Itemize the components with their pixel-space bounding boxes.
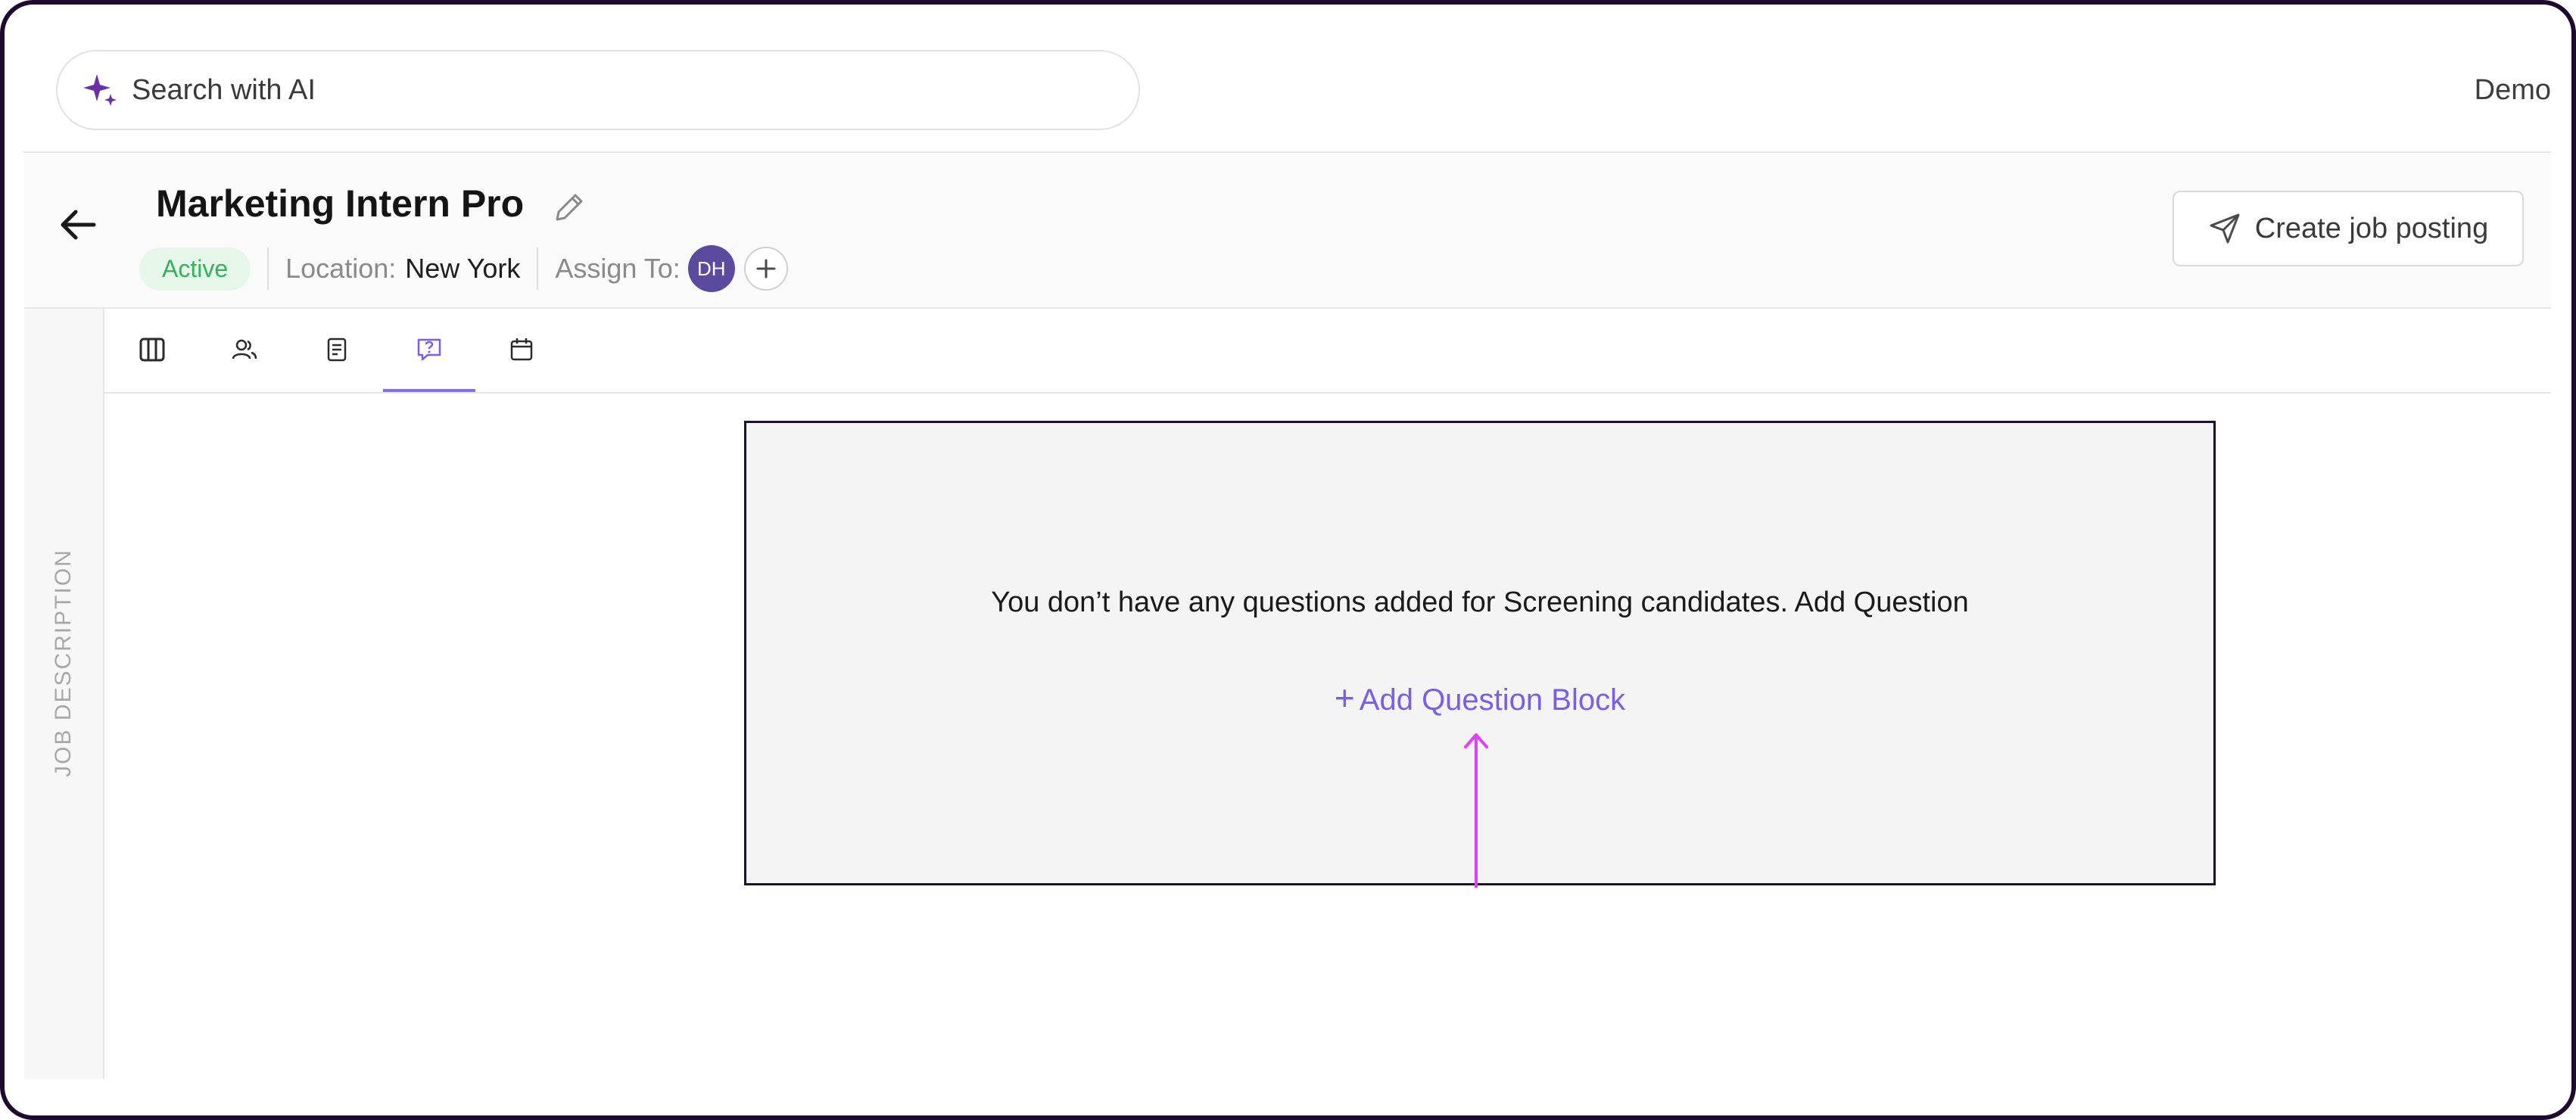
- top-bar: Search with AI Demo: [23, 32, 2551, 153]
- job-description-label: JOB DESCRIPTION: [51, 549, 76, 777]
- columns-icon: [139, 338, 165, 362]
- plus-icon: [756, 259, 776, 278]
- divider: [267, 247, 269, 290]
- back-arrow-icon[interactable]: [55, 201, 101, 248]
- ai-search-input[interactable]: Search with AI: [56, 50, 1140, 130]
- status-badge: Active: [139, 247, 251, 291]
- calendar-icon: [510, 338, 533, 361]
- create-job-posting-button[interactable]: Create job posting: [2173, 191, 2524, 266]
- location-label: Location:: [285, 253, 397, 284]
- tab-calendar[interactable]: [475, 309, 568, 390]
- tab-notes[interactable]: [291, 309, 383, 390]
- create-job-posting-label: Create job posting: [2254, 212, 2489, 244]
- pencil-icon[interactable]: [550, 188, 589, 227]
- user-name[interactable]: Demo: [2475, 74, 2551, 107]
- job-title: Marketing Intern Pro: [156, 182, 525, 225]
- job-description-rail[interactable]: JOB DESCRIPTION: [24, 309, 104, 1079]
- add-question-block-label: Add Question Block: [1359, 683, 1626, 717]
- tab-bar: [104, 309, 2551, 394]
- tab-pipeline[interactable]: [106, 309, 198, 390]
- document-icon: [327, 338, 347, 362]
- job-meta: Active Location: New York Assign To: DH: [139, 242, 788, 295]
- tab-screening-questions[interactable]: [383, 309, 475, 392]
- empty-state-message: You don’t have any questions added for S…: [991, 586, 1969, 618]
- send-icon: [2210, 213, 2240, 244]
- add-assignee-button[interactable]: [743, 247, 788, 291]
- screening-questions-empty-state: You don’t have any questions added for S…: [744, 421, 2216, 888]
- annotation-arrow-icon: [1464, 733, 1488, 888]
- plus-icon: +: [1334, 678, 1355, 717]
- assignee-avatar[interactable]: DH: [687, 245, 735, 292]
- assign-label: Assign To:: [555, 253, 681, 284]
- add-question-block-button[interactable]: + Add Question Block: [746, 677, 2213, 718]
- users-icon: [232, 339, 257, 359]
- divider: [537, 247, 539, 290]
- question-chat-icon: [417, 338, 441, 361]
- tab-candidates[interactable]: [198, 309, 291, 390]
- location-value: New York: [405, 253, 521, 284]
- job-header: Marketing Intern Pro Active Location: Ne…: [24, 153, 2551, 309]
- search-placeholder: Search with AI: [132, 73, 316, 106]
- sparkle-icon: [83, 74, 117, 106]
